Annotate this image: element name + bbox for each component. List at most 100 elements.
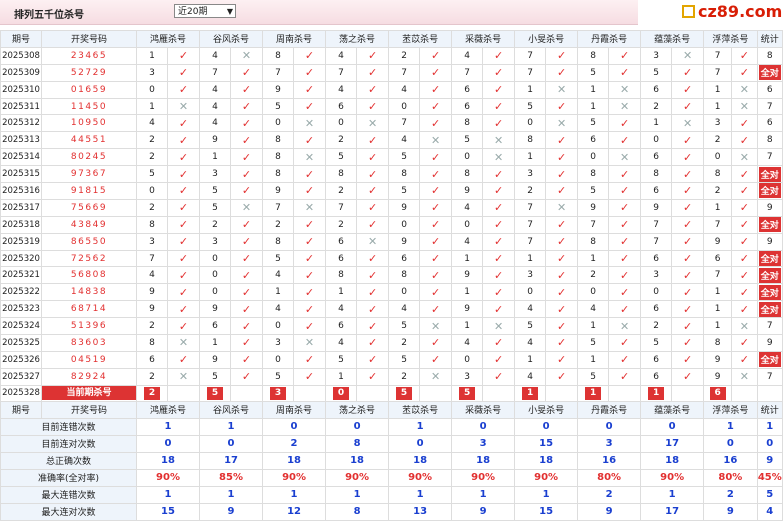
col-expert[interactable]: 浮萍杀号 xyxy=(703,30,758,48)
check-icon: ✓ xyxy=(166,215,201,234)
col-expert[interactable]: 浮萍杀号 xyxy=(703,400,758,419)
issue-cell: 2025320 xyxy=(0,249,42,268)
cross-icon: ✕ xyxy=(293,334,327,352)
kill-value: 2 xyxy=(136,131,168,150)
row-stat: 全对 xyxy=(756,249,783,268)
col-expert[interactable]: 鸿雁杀号 xyxy=(135,30,201,48)
check-icon: ✓ xyxy=(293,182,327,200)
stat-value: 17 xyxy=(640,434,705,453)
stat-value: 90% xyxy=(640,468,705,487)
check-icon: ✓ xyxy=(545,350,579,369)
kill-value: 8 xyxy=(262,148,295,167)
col-expert[interactable]: 蕴藻杀号 xyxy=(640,30,705,48)
col-expert[interactable]: 周南杀号 xyxy=(262,30,327,48)
current-kill-value: 0 xyxy=(333,386,350,400)
cross-icon: ✕ xyxy=(731,148,758,167)
kill-value: 5 xyxy=(388,182,421,200)
header-row: 期号 开奖号码 鸿雁杀号 谷风杀号 周南杀号 荡之杀号 苤苡杀号 采薇杀号 小旻杀号 丹霞杀号 蕴藻… xyxy=(0,400,783,419)
kill-value: 2 xyxy=(703,131,733,150)
current-kill-cell: 3 xyxy=(262,384,295,402)
kill-value: 0 xyxy=(388,283,421,302)
current-kill-value: 5 xyxy=(207,386,224,400)
kill-value: 2 xyxy=(577,266,610,285)
table-row: 2025324 51396 2 ✓ 6 ✓ 0 ✓ 6 ✓ 5 ✕ 1 ✕ 5 ✓ 1 ✕ 2 ✓ 1 ✕ 7 xyxy=(0,317,783,336)
col-expert[interactable]: 蕴藻杀号 xyxy=(640,400,705,419)
kill-value: 4 xyxy=(388,300,421,319)
kill-value: 7 xyxy=(703,266,733,285)
current-kill-cell: 1 xyxy=(640,384,673,402)
check-icon: ✓ xyxy=(419,182,453,200)
kill-value: 1 xyxy=(703,317,733,336)
kill-value: 0 xyxy=(388,97,421,116)
check-icon: ✓ xyxy=(671,300,705,319)
check-icon: ✓ xyxy=(482,46,516,65)
stat-value: 18 xyxy=(325,451,390,470)
check-icon: ✓ xyxy=(356,266,390,285)
kill-value: 3 xyxy=(703,114,733,133)
col-expert[interactable]: 小旻杀号 xyxy=(514,30,579,48)
table-row: 2025327 82924 2 ✕ 5 ✓ 5 ✓ 1 ✓ 2 ✕ 3 ✓ 4 ✓ 5 ✓ 6 ✓ 9 ✕ 7 xyxy=(0,367,783,386)
kill-value: 4 xyxy=(577,300,610,319)
kill-value: 4 xyxy=(451,232,484,251)
col-expert[interactable]: 鸿雁杀号 xyxy=(135,400,201,419)
col-expert[interactable]: 小旻杀号 xyxy=(514,400,579,419)
col-expert[interactable]: 谷风杀号 xyxy=(199,30,264,48)
stat-value: 7 xyxy=(766,371,773,382)
col-expert[interactable]: 荡之杀号 xyxy=(325,30,390,48)
row-stat: 7 xyxy=(756,148,783,167)
col-expert[interactable]: 丹霞杀号 xyxy=(577,400,642,419)
kill-value: 1 xyxy=(325,367,358,386)
kill-value: 6 xyxy=(640,249,673,268)
kill-value: 0 xyxy=(451,350,484,369)
stat-value: 1 xyxy=(388,485,453,504)
kill-value: 9 xyxy=(640,198,673,217)
kill-value: 1 xyxy=(451,249,484,268)
check-icon: ✓ xyxy=(419,283,453,302)
current-label: 当前期杀号 xyxy=(42,386,136,401)
kill-value: 8 xyxy=(703,334,733,352)
period-select[interactable]: 近20期 ▼ xyxy=(174,4,236,18)
check-icon: ✓ xyxy=(293,367,327,386)
check-icon: ✓ xyxy=(293,232,327,251)
col-expert[interactable]: 苤苡杀号 xyxy=(388,30,453,48)
check-icon: ✓ xyxy=(482,232,516,251)
cross-icon: ✕ xyxy=(671,46,705,65)
col-expert[interactable]: 荡之杀号 xyxy=(325,400,390,419)
kill-value: 1 xyxy=(136,46,168,65)
site-logo[interactable]: cz89.com xyxy=(676,2,783,22)
check-icon: ✓ xyxy=(731,232,758,251)
cross-icon: ✕ xyxy=(356,114,390,133)
col-expert[interactable]: 周南杀号 xyxy=(262,400,327,419)
col-expert[interactable]: 谷风杀号 xyxy=(199,400,264,419)
kill-value: 1 xyxy=(577,317,610,336)
kill-value: 7 xyxy=(514,198,547,217)
check-icon: ✓ xyxy=(671,215,705,234)
check-icon: ✓ xyxy=(731,182,758,200)
check-icon: ✓ xyxy=(356,46,390,65)
col-expert[interactable]: 苤苡杀号 xyxy=(388,400,453,419)
check-icon: ✓ xyxy=(608,283,642,302)
kill-value: 9 xyxy=(199,350,232,369)
col-expert[interactable]: 采薇杀号 xyxy=(451,400,516,419)
check-icon: ✓ xyxy=(608,367,642,386)
check-icon: ✓ xyxy=(731,63,758,82)
empty-cell xyxy=(731,384,758,402)
stat-value: 80% xyxy=(703,468,758,487)
check-icon: ✓ xyxy=(608,249,642,268)
kill-value: 1 xyxy=(136,97,168,116)
kill-value: 4 xyxy=(199,80,232,99)
kill-value: 8 xyxy=(451,114,484,133)
check-icon: ✓ xyxy=(356,317,390,336)
cross-icon: ✕ xyxy=(419,367,453,386)
col-issue: 期号 xyxy=(0,30,42,48)
table-row: 2025326 04519 6 ✓ 9 ✓ 0 ✓ 5 ✓ 5 ✓ 0 ✓ 1 ✓ 1 ✓ 6 ✓ 9 ✓ 全对 xyxy=(0,350,783,369)
table-row: 2025315 97367 5 ✓ 3 ✓ 8 ✓ 8 ✓ 8 ✓ 8 ✓ 3 ✓ 8 ✓ 8 ✓ 8 ✓ 全对 xyxy=(0,165,783,184)
check-icon: ✓ xyxy=(482,249,516,268)
col-expert[interactable]: 采薇杀号 xyxy=(451,30,516,48)
check-icon: ✓ xyxy=(545,266,579,285)
check-icon: ✓ xyxy=(671,148,705,167)
col-expert[interactable]: 丹霞杀号 xyxy=(577,30,642,48)
cross-icon: ✕ xyxy=(545,198,579,217)
kill-value: 7 xyxy=(514,232,547,251)
check-icon: ✓ xyxy=(166,165,201,184)
